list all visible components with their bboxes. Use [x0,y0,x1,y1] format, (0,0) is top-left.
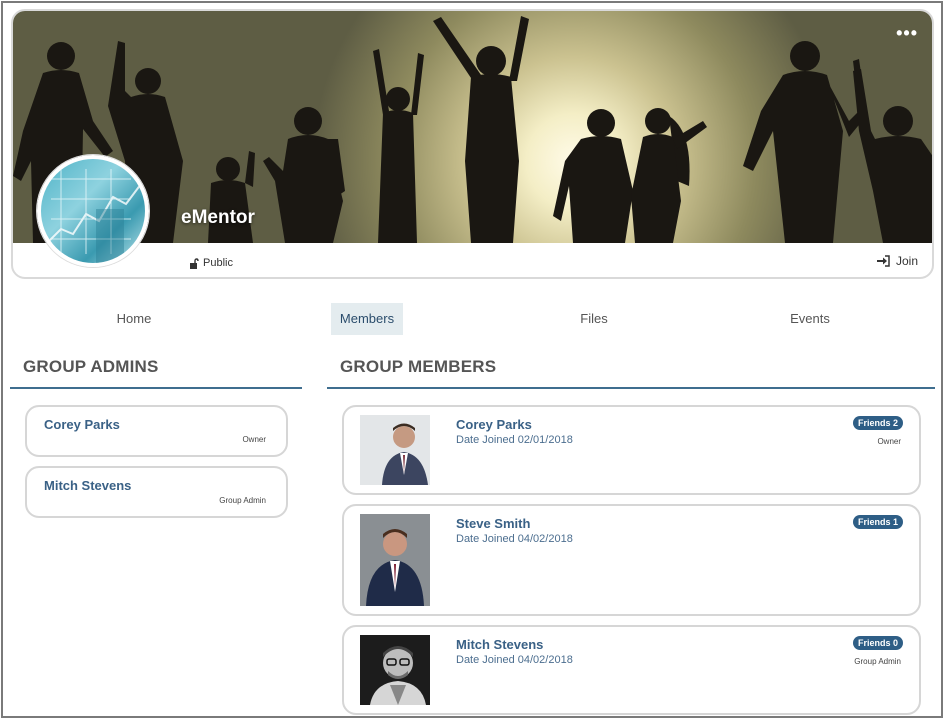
admin-name[interactable]: Mitch Stevens [44,478,131,493]
member-card: Mitch Stevens Date Joined 04/02/2018 Fri… [342,625,921,715]
friends-count-badge[interactable]: Friends 2 [852,416,903,430]
member-date-joined: Date Joined 04/02/2018 [456,533,573,545]
member-name[interactable]: Steve Smith [456,516,530,531]
tab-events[interactable]: Events [775,303,845,335]
tab-home[interactable]: Home [99,303,169,335]
member-card: Corey Parks Date Joined 02/01/2018 Frien… [342,405,921,495]
member-date-joined: Date Joined 02/01/2018 [456,434,573,446]
member-role: Owner [877,437,901,446]
group-name: eMentor [181,207,255,228]
friends-count-badge[interactable]: Friends 1 [852,515,903,529]
tab-files[interactable]: Files [559,303,629,335]
admin-name[interactable]: Corey Parks [44,417,120,432]
member-date-joined: Date Joined 04/02/2018 [456,654,573,666]
join-label: Join [895,254,918,268]
sign-in-icon [876,255,890,267]
group-members-divider [327,387,935,389]
unlock-icon [190,257,199,269]
friends-count-badge[interactable]: Friends 0 [852,636,903,650]
group-avatar [37,155,149,267]
join-button[interactable]: Join [876,254,918,268]
admin-card: Mitch Stevens Group Admin [25,466,288,518]
group-admins-divider [10,387,302,389]
member-name[interactable]: Corey Parks [456,417,532,432]
admin-role: Owner [242,435,266,444]
more-options-icon[interactable]: ••• [896,24,918,42]
tab-members[interactable]: Members [331,303,403,335]
member-photo[interactable] [360,635,430,705]
member-avatar-graphic [360,635,430,705]
member-avatar-graphic [360,415,430,485]
member-role: Group Admin [854,657,901,666]
admin-card: Corey Parks Owner [25,405,288,457]
group-banner-image: ••• eMentor [13,11,932,243]
privacy-indicator: Public [189,257,233,269]
page-frame: ••• eMentor Public Join Home Members Fil… [1,1,943,718]
group-header-card: ••• eMentor Public Join [11,9,934,279]
privacy-label: Public [203,257,233,269]
member-avatar-graphic [360,514,430,606]
group-admins-heading: GROUP ADMINS [23,357,159,376]
avatar-graphic [45,169,142,263]
admin-role: Group Admin [219,496,266,505]
member-photo[interactable] [360,514,430,606]
member-photo[interactable] [360,415,430,485]
group-members-heading: GROUP MEMBERS [340,357,497,376]
banner-silhouettes [13,16,932,243]
member-card: Steve Smith Date Joined 04/02/2018 Frien… [342,504,921,616]
member-name[interactable]: Mitch Stevens [456,637,543,652]
